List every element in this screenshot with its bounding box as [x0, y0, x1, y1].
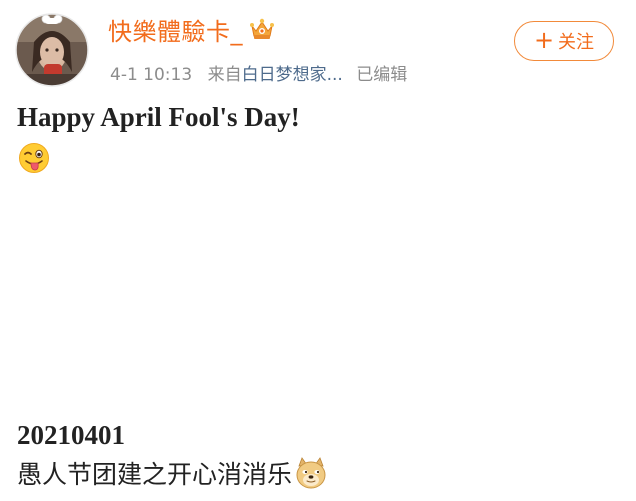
post-meta: 4-1 10:13 来自白日梦想家... 已编辑: [110, 60, 407, 85]
follow-label: 关注: [558, 32, 595, 53]
username-row: 快樂體驗卡_: [108, 12, 275, 47]
post-caption: 愚人节团建之开心消消乐: [17, 460, 293, 489]
follow-button[interactable]: + 关注: [514, 21, 614, 61]
username[interactable]: 快樂體驗卡_: [108, 12, 243, 47]
source-app-link[interactable]: 白日梦想家...: [242, 65, 343, 85]
doge-emoji-icon: [294, 456, 328, 490]
edited-label[interactable]: 已编辑: [356, 65, 407, 85]
source-label: 来自: [207, 65, 242, 85]
plus-icon: +: [533, 26, 555, 54]
crown-badge-icon[interactable]: [249, 17, 275, 41]
post-date-line: 20210401: [17, 420, 125, 450]
caption-row: 愚人节团建之开心消消乐: [17, 455, 328, 491]
post-time: 4-1 10:13: [110, 65, 193, 85]
avatar[interactable]: [14, 12, 90, 88]
weibo-post: 快樂體驗卡_ 4-1 10:13 来自白日梦想家... 已编辑 + 关注 Hap…: [0, 0, 636, 501]
post-title: Happy April Fool's Day!: [17, 102, 300, 132]
winking-tongue-emoji-icon: [18, 142, 50, 174]
